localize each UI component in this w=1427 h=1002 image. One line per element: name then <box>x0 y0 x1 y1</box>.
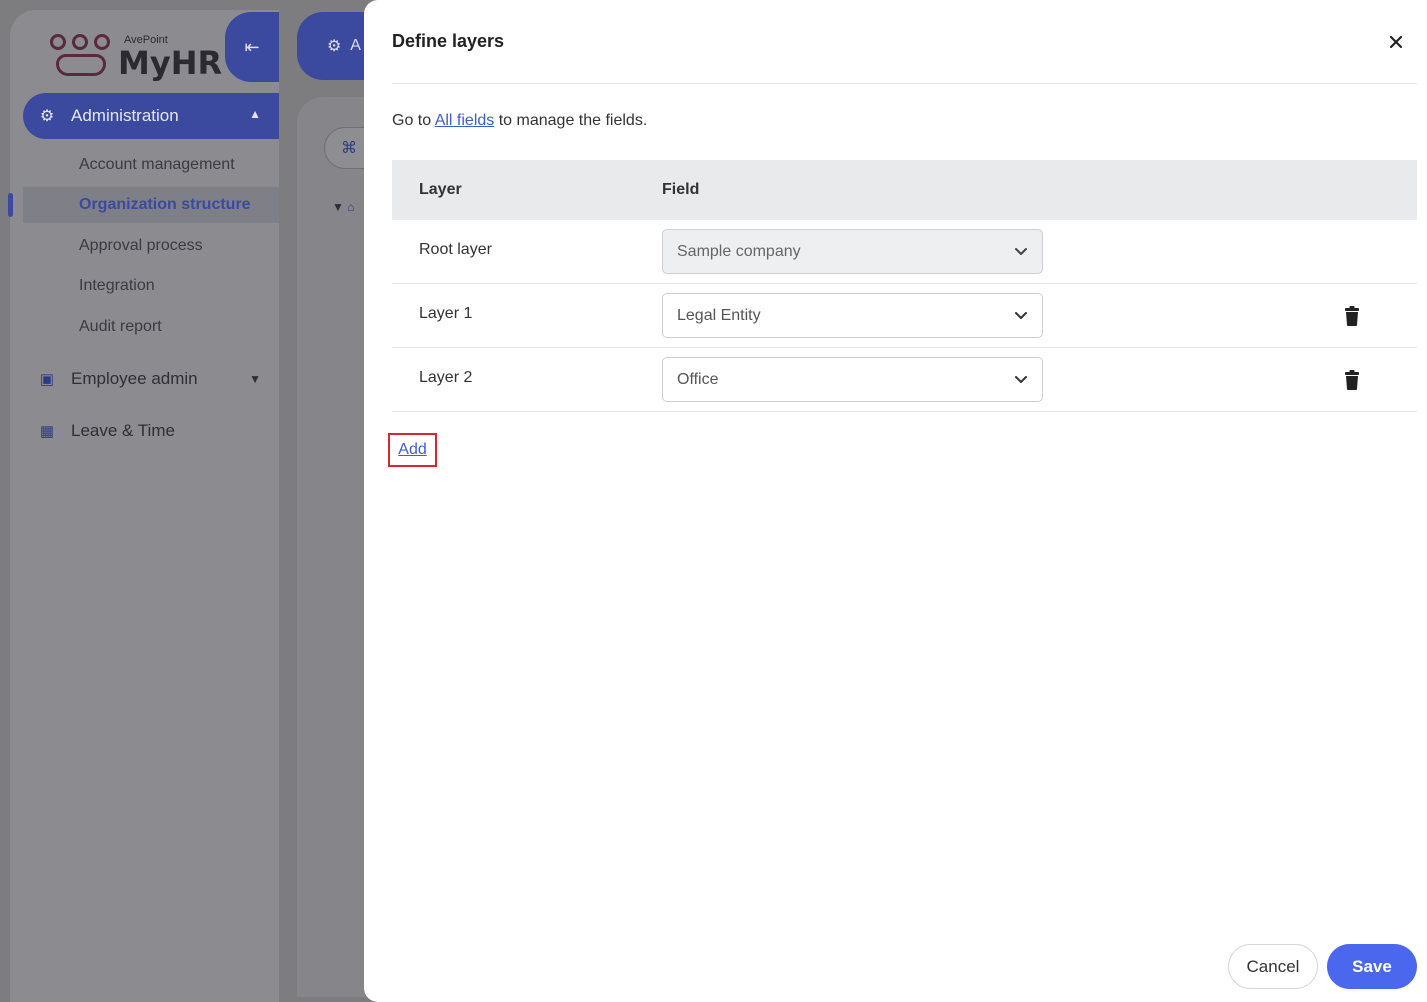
field-select-value: Sample company <box>677 242 801 260</box>
layer-name: Layer 1 <box>419 305 473 322</box>
all-fields-link[interactable]: All fields <box>435 112 495 129</box>
home-icon: ⌂ <box>347 200 355 214</box>
subnav-account-management[interactable]: Account management <box>23 147 279 183</box>
main-tab-label: A <box>350 37 361 54</box>
subnav-label: Account management <box>79 156 235 173</box>
nav-leave-time-label: Leave & Time <box>71 421 175 440</box>
gear-icon: ⚙ <box>327 38 342 55</box>
field-select-layer-1[interactable]: Legal Entity <box>662 293 1043 338</box>
define-layers-drawer: Define layers Go to All fields to manage… <box>364 0 1427 1002</box>
chevron-down-icon <box>1015 312 1027 319</box>
trash-icon[interactable] <box>1343 370 1361 390</box>
subnav-organization-structure[interactable]: Organization structure <box>23 187 279 223</box>
column-header-field: Field <box>662 181 700 198</box>
subnav-label: Approval process <box>79 237 203 254</box>
table-row: Root layer Sample company <box>392 220 1417 284</box>
drawer-title: Define layers <box>392 31 505 51</box>
gear-icon: ⚙ <box>39 108 55 125</box>
hint-suffix: to manage the fields. <box>498 112 648 129</box>
caret-down-icon: ▼ <box>249 372 261 386</box>
nav-administration[interactable]: ⚙ Administration ▲ <box>23 93 279 139</box>
title-divider <box>392 83 1417 84</box>
subnav-approval-process[interactable]: Approval process <box>23 228 279 264</box>
add-layer-link[interactable]: Add <box>398 441 426 459</box>
field-select-layer-2[interactable]: Office <box>662 357 1043 402</box>
layers-table-header: Layer Field <box>392 160 1417 220</box>
table-row: Layer 1 Legal Entity <box>392 284 1417 348</box>
id-badge-icon: ▣ <box>39 371 55 388</box>
nav-leave-time[interactable]: ▦ Leave & Time <box>23 411 279 451</box>
close-button[interactable] <box>1384 30 1408 54</box>
fields-hint: Go to All fields to manage the fields. <box>392 112 647 130</box>
myhr-logo: AvePoint MyHR <box>48 20 228 82</box>
nav-employee-admin-label: Employee admin <box>71 369 198 388</box>
sitemap-icon: ⌘ <box>341 140 357 157</box>
close-icon <box>1390 36 1402 48</box>
layer-name: Root layer <box>419 241 492 258</box>
chevron-down-icon <box>1015 376 1027 383</box>
subnav-label: Audit report <box>79 318 162 335</box>
field-select-value: Office <box>677 370 719 388</box>
field-select-value: Legal Entity <box>677 306 761 324</box>
tree-expand-toggle[interactable]: ▼ ⌂ <box>332 200 354 214</box>
save-button[interactable]: Save <box>1327 944 1417 989</box>
layer-name: Layer 2 <box>419 369 473 386</box>
nav-employee-admin[interactable]: ▣ Employee admin ▼ <box>23 359 279 399</box>
subnav-integration[interactable]: Integration <box>23 268 279 304</box>
nav-administration-label: Administration <box>71 106 179 125</box>
collapse-left-icon: ⇤ <box>244 36 260 57</box>
brand-name: MyHR <box>118 44 223 82</box>
subnav-label: Integration <box>79 277 155 294</box>
subnav-label: Organization structure <box>79 196 251 213</box>
table-row: Layer 2 Office <box>392 348 1417 412</box>
chevron-down-icon <box>1015 248 1027 255</box>
column-header-layer: Layer <box>419 181 462 198</box>
calendar-icon: ▦ <box>39 423 55 440</box>
add-highlight-box: Add <box>388 433 437 467</box>
collapse-sidebar-button[interactable]: ⇤ <box>225 12 279 82</box>
hint-prefix: Go to <box>392 112 432 129</box>
caret-up-icon: ▲ <box>249 107 261 121</box>
cancel-button[interactable]: Cancel <box>1228 944 1318 989</box>
subnav-audit-report[interactable]: Audit report <box>23 309 279 345</box>
trash-icon[interactable] <box>1343 306 1361 326</box>
field-select-root: Sample company <box>662 229 1043 274</box>
active-indicator <box>8 193 13 217</box>
